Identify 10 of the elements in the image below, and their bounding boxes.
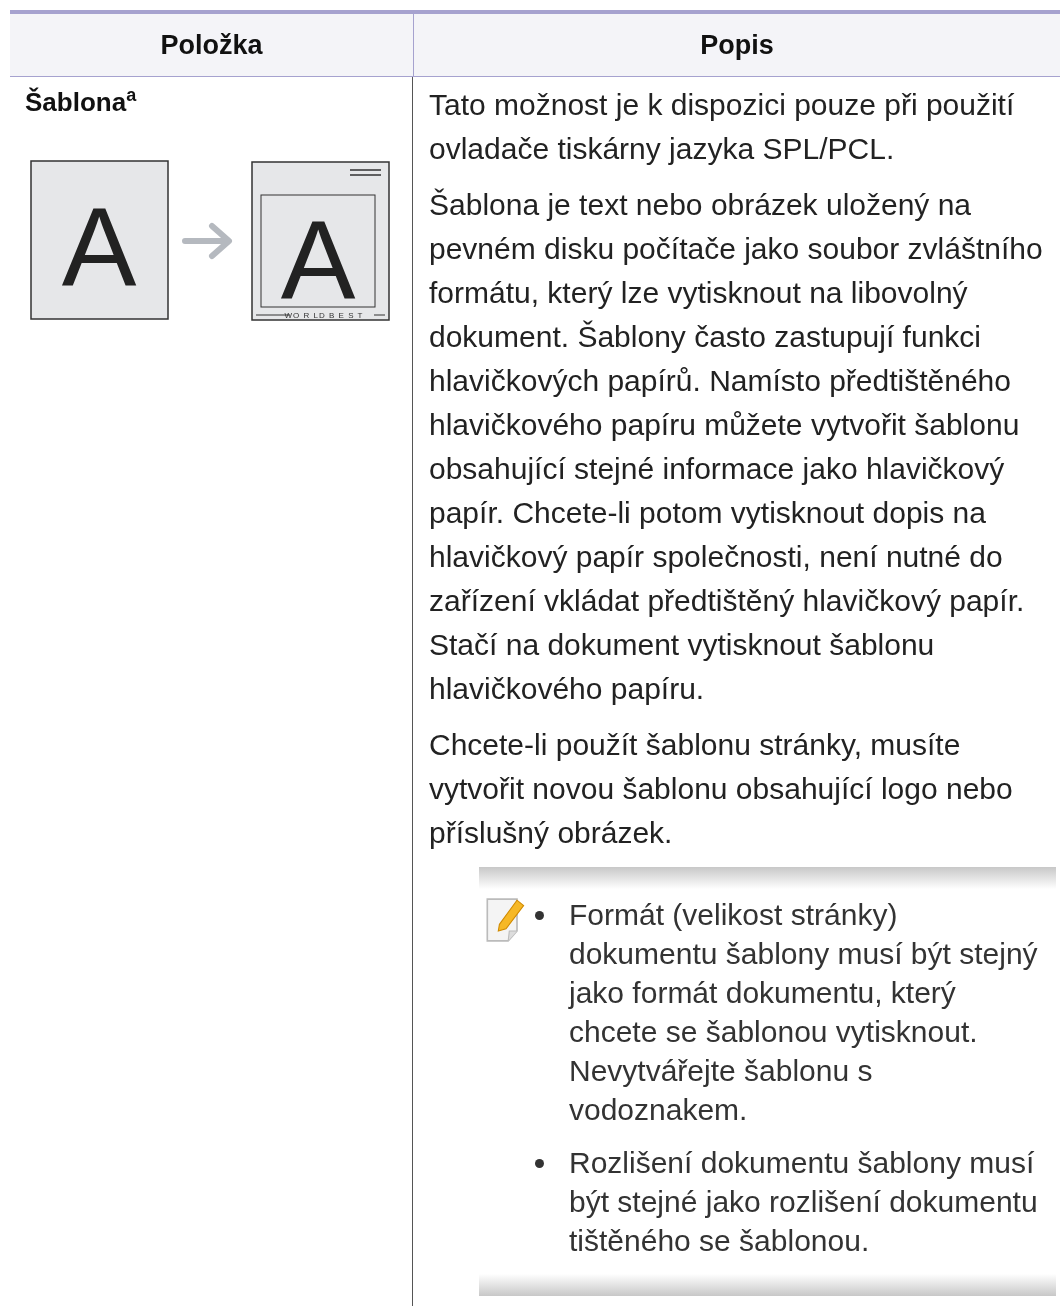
column-header: Popis — [699, 28, 775, 62]
description-paragraph: Chcete-li použít šablonu stránky, musíte vytvořit novou šablonu obsahující logo nebo příslušný obrázek. — [429, 727, 1014, 851]
note-text: Formát (velikost stránky) dokumentu šablony musí být stejný jako formát dokumentu, který chcete se šablonou vytisknout. Nevytvářejte šablonu s vodoznakem. — [569, 897, 1039, 1128]
description-paragraph: Tato možnost je k dispozici pouze při použití ovladače tiskárny jazyka SPL/PCL. — [429, 87, 1016, 167]
column-header: Položka — [10, 14, 414, 76]
item-name: Šablona$^{a}$ — [25, 85, 138, 118]
bullet-icon — [535, 911, 544, 920]
note-text: Rozlišení dokumentu šablony musí být stejné jako rozlišení dokumentu tištěného se šablonou. — [569, 1145, 1039, 1259]
bullet-icon — [535, 1159, 544, 1168]
description-paragraph: Šablona je text nebo obrázek uložený na pevném disku počítače jako soubor zvláštního formátu, který lze vytisknout na libovolný dokument. Šablony často zastupují funkci hlavičkových papírů. Namísto předtištěného hlavičkového papíru můžete vytvořit šablonu obsahující stejné informace jako hlavičkový papír. Chcete-li potom vytisknout dopis na hlavičkový papír společnosti, není nutné do zařízení vkládat předtištěný hlavičkový papír. Stačí na dokument vytisknout šablonu hlavičkového papíru. — [429, 187, 1044, 707]
